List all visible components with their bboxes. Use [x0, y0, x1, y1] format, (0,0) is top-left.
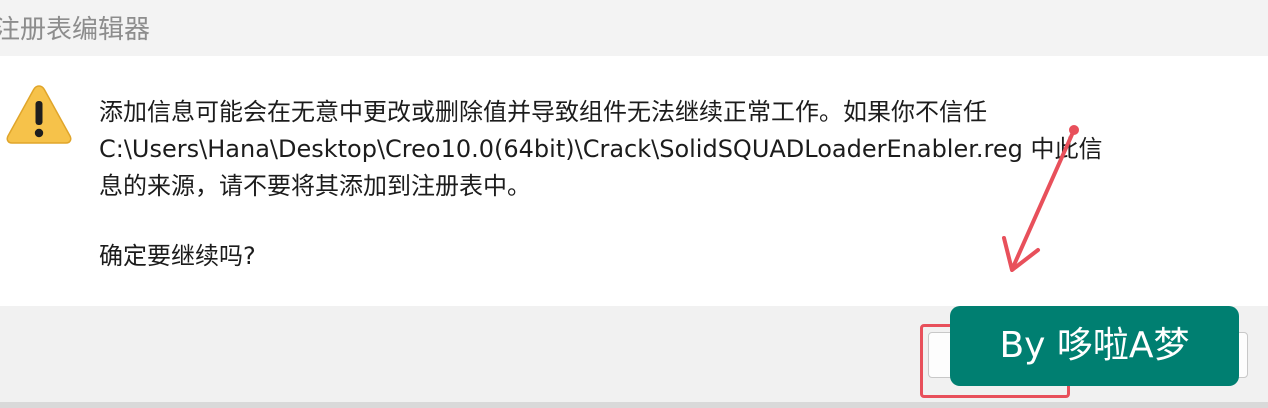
dialog-content: 添加信息可能会在无意中更改或删除值并导致组件无法继续正常工作。如果你不信任 C:…	[0, 56, 1268, 306]
window-title: 注册表编辑器	[0, 15, 151, 45]
message-line: 添加信息可能会在无意中更改或删除值并导致组件无法继续正常工作。如果你不信任	[99, 98, 987, 126]
registry-editor-dialog: 注册表编辑器 添加信息可能会在无意中更改或删除值并导致组件无法继续正常工作。如果…	[0, 0, 1268, 408]
title-bar[interactable]: 注册表编辑器	[0, 0, 1268, 56]
message-text: 添加信息可能会在无意中更改或删除值并导致组件无法继续正常工作。如果你不信任 C:…	[99, 94, 1259, 205]
message-line: 息的来源，请不要将其添加到注册表中。	[99, 172, 531, 200]
watermark-badge: By 哆啦A梦	[950, 306, 1239, 386]
confirm-question: 确定要继续吗?	[99, 242, 256, 270]
message-line: C:\Users\Hana\Desktop\Creo10.0(64bit)\Cr…	[99, 135, 1103, 163]
window-bottom-edge	[0, 402, 1268, 408]
warning-icon	[5, 83, 73, 147]
